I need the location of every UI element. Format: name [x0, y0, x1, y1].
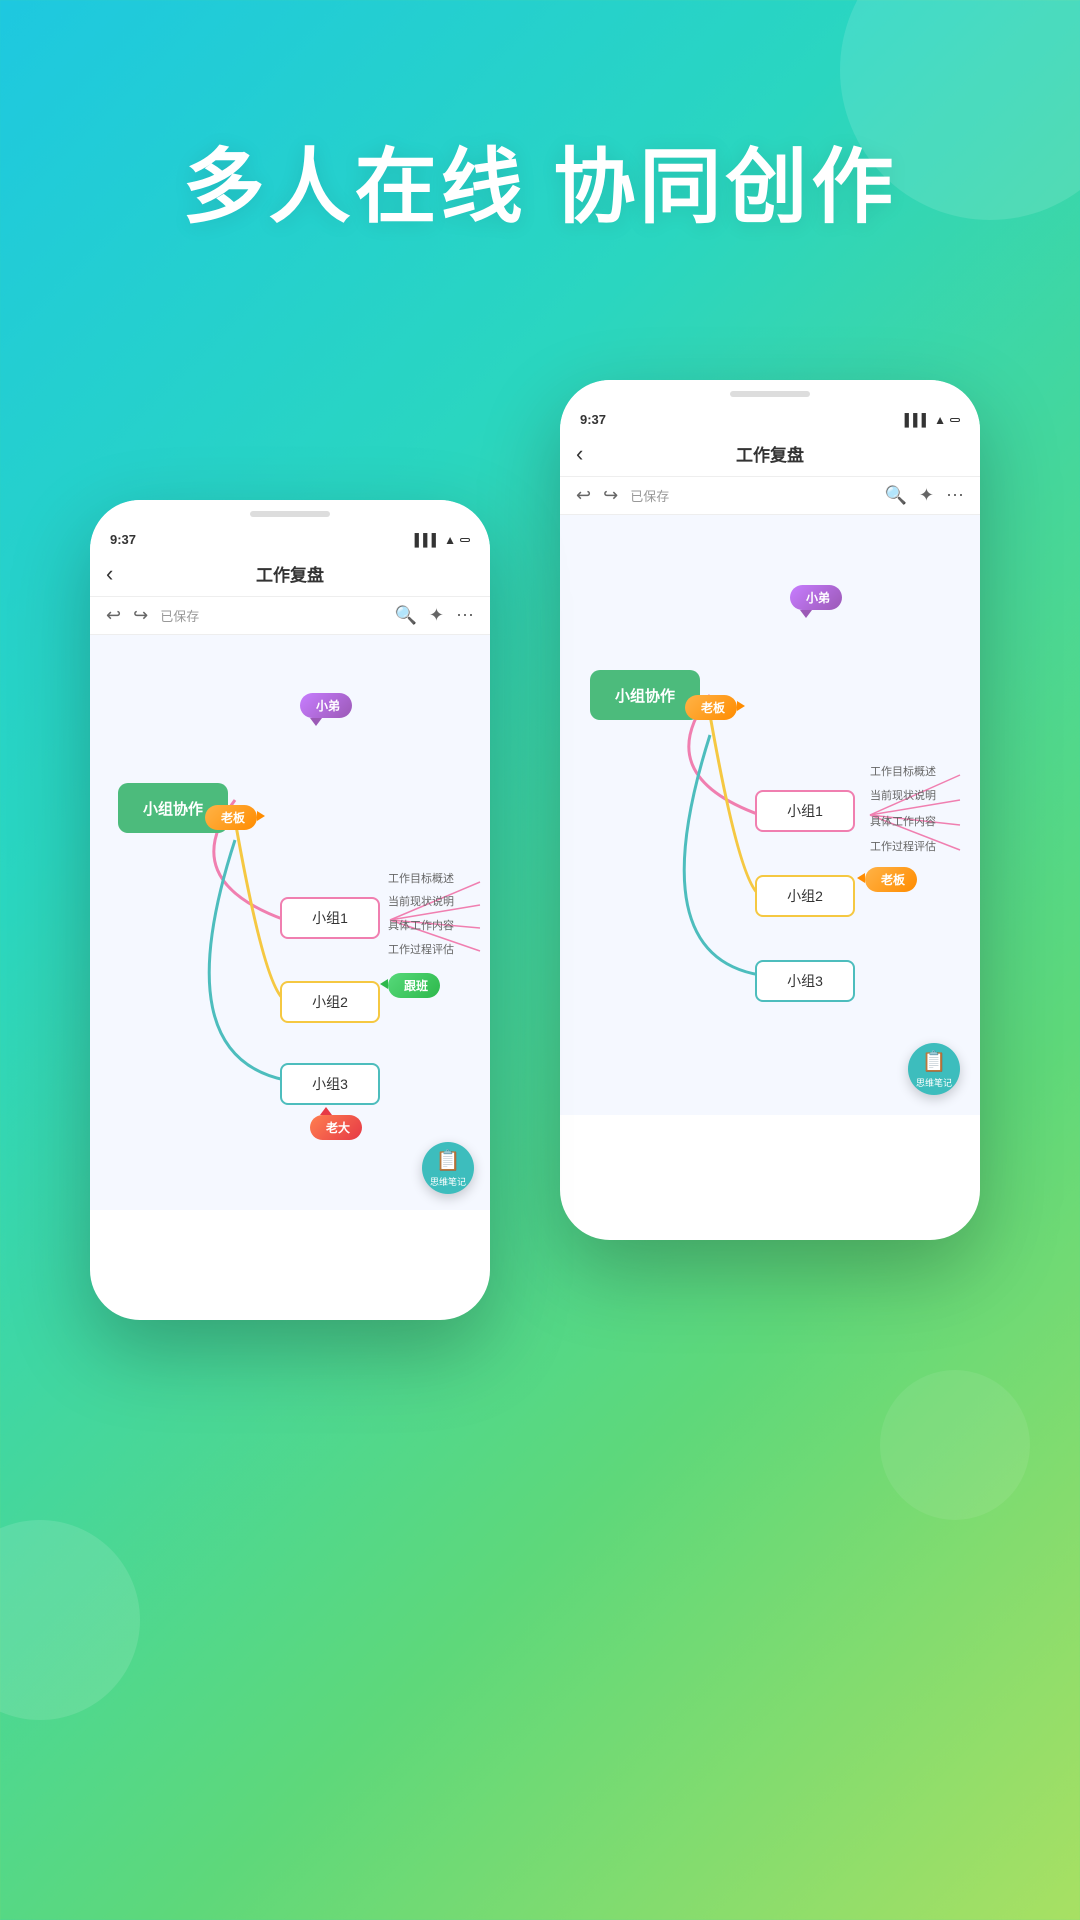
phone-front-speaker	[250, 511, 330, 517]
wifi-icon-front: ▲	[444, 533, 456, 547]
avatar-xiaodi: 小弟	[300, 693, 352, 718]
undo-icon-front[interactable]: ↩	[106, 605, 121, 626]
phone-back-back-button[interactable]: ‹	[576, 441, 583, 467]
phone-front-time: 9:37	[110, 532, 136, 547]
avatar-xiaodi-back: 小弟	[790, 585, 842, 610]
phone-back-time: 9:37	[580, 412, 606, 427]
float-note-front[interactable]: 📋 思维笔记	[422, 1142, 474, 1194]
float-note-back[interactable]: 📋 思维笔记	[908, 1043, 960, 1095]
phone-back-statusbar: 9:37 ▌▌▌ ▲	[560, 408, 980, 431]
branch4-front: 工作过程评估	[388, 941, 454, 957]
avatar-laobanleft2-back: 老板	[865, 867, 917, 892]
note-label-front: 思维笔记	[430, 1175, 466, 1188]
search-icon-front[interactable]: 🔍	[394, 605, 416, 626]
bg-orb-3	[880, 1370, 1030, 1520]
phone-back-title: 工作复盘	[736, 441, 804, 466]
node2-front: 小组2	[280, 981, 380, 1023]
more-icon-front[interactable]: ⋯	[456, 605, 474, 626]
bg-orb-2	[0, 1520, 140, 1720]
phone-front: 9:37 ▌▌▌ ▲ ‹ 工作复盘 ↩ ↪ 已保存 🔍 ✦ ⋯	[90, 500, 490, 1320]
phone-front-header: ‹ 工作复盘	[90, 551, 490, 597]
hero-title: 多人在线 协同创作	[0, 120, 1080, 239]
redo-icon-front[interactable]: ↪	[133, 605, 148, 626]
phone-back-notch	[560, 380, 980, 408]
avatar-laobanleft-back: 老板	[685, 695, 737, 720]
phone-front-title: 工作复盘	[256, 561, 324, 586]
node1-back: 小组1	[755, 790, 855, 832]
phone-front-back-button[interactable]: ‹	[106, 561, 113, 587]
branch1-front: 工作目标概述	[388, 870, 454, 886]
phone-back-header: ‹ 工作复盘	[560, 431, 980, 477]
phone-back-canvas: 小组协作 小弟 老板 小组1 工作目标概述 当前现状说明 具体工作内容 工作过程…	[560, 515, 980, 1115]
branch2-back: 当前现状说明	[870, 787, 936, 803]
phone-back-toolbar: ↩ ↪ 已保存 🔍 ✦ ⋯	[560, 477, 980, 515]
phone-front-status-icons: ▌▌▌ ▲	[415, 533, 470, 547]
avatar-laobanleft: 老板	[205, 805, 257, 830]
phone-front-notch	[90, 500, 490, 528]
avatar-genban: 跟班	[388, 973, 440, 998]
branch4-back: 工作过程评估	[870, 838, 936, 854]
note-label-back: 思维笔记	[916, 1076, 952, 1089]
phone-front-statusbar: 9:37 ▌▌▌ ▲	[90, 528, 490, 551]
phone-front-toolbar: ↩ ↪ 已保存 🔍 ✦ ⋯	[90, 597, 490, 635]
note-icon-front: 📋	[436, 1148, 461, 1173]
phone-back: 9:37 ▌▌▌ ▲ ‹ 工作复盘 ↩ ↪ 已保存 🔍 ✦ ⋯	[560, 380, 980, 1240]
share-icon[interactable]: ✦	[919, 485, 934, 506]
branch3-back: 具体工作内容	[870, 813, 936, 829]
node2-back: 小组2	[755, 875, 855, 917]
wifi-icon: ▲	[934, 413, 946, 427]
undo-icon[interactable]: ↩	[576, 485, 591, 506]
more-icon[interactable]: ⋯	[946, 485, 964, 506]
phone-back-status-icons: ▌▌▌ ▲	[905, 413, 960, 427]
note-icon-back: 📋	[922, 1049, 947, 1074]
branch2-front: 当前现状说明	[388, 893, 454, 909]
battery-icon-front	[460, 538, 470, 542]
node3-back: 小组3	[755, 960, 855, 1002]
signal-icon: ▌▌▌	[905, 413, 931, 427]
phone-back-speaker	[730, 391, 810, 397]
branch3-front: 具体工作内容	[388, 917, 454, 933]
share-icon-front[interactable]: ✦	[429, 605, 444, 626]
avatar-laoda: 老大	[310, 1115, 362, 1140]
search-icon[interactable]: 🔍	[884, 485, 906, 506]
saved-label: 已保存	[630, 486, 669, 505]
redo-icon[interactable]: ↪	[603, 485, 618, 506]
center-node-back: 小组协作	[590, 670, 700, 720]
branch1-back: 工作目标概述	[870, 763, 936, 779]
node1-front: 小组1	[280, 897, 380, 939]
node3-front: 小组3	[280, 1063, 380, 1105]
phone-front-canvas: 小弟 小组协作 老板 小组1 工作目标概述 当前现状说明 具体工作内容 工作过程…	[90, 635, 490, 1210]
saved-label-front: 已保存	[160, 606, 199, 625]
battery-icon	[950, 418, 960, 422]
signal-icon-front: ▌▌▌	[415, 533, 441, 547]
